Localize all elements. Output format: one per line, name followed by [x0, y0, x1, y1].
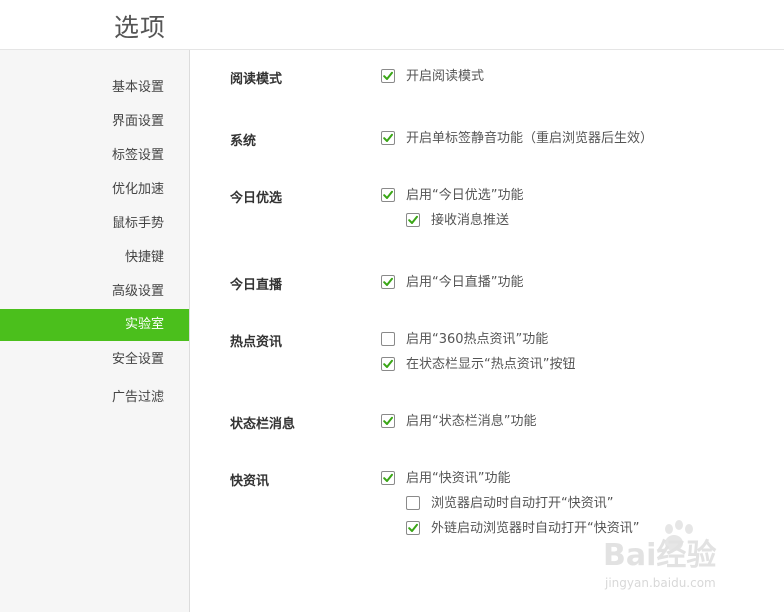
- section-title-daily-picks: 今日优选: [230, 191, 283, 206]
- option-label: 开启单标签静音功能（重启浏览器后生效）: [406, 131, 654, 146]
- option-label: 接收消息推送: [431, 213, 510, 228]
- checkbox[interactable]: [381, 414, 395, 428]
- checkbox[interactable]: [381, 471, 395, 485]
- checkmark-icon: [383, 416, 393, 425]
- sidebar-item-advanced[interactable]: 高级设置: [0, 276, 189, 308]
- section-title-quick-news: 快资讯: [230, 474, 270, 489]
- section-title-daily-live: 今日直播: [230, 278, 283, 293]
- checkbox[interactable]: [406, 213, 420, 227]
- sidebar-item-basic[interactable]: 基本设置: [0, 72, 189, 104]
- settings-content: 阅读模式 开启阅读模式 系统 开启单标签静音功能（重启浏览器后生效） 今日优选 …: [190, 50, 784, 612]
- option-label: 浏览器启动时自动打开“快资讯”: [431, 496, 614, 511]
- checkbox[interactable]: [406, 521, 420, 535]
- checkmark-icon: [383, 277, 393, 286]
- option-label: 启用“今日优选”功能: [406, 188, 524, 203]
- checkbox[interactable]: [381, 69, 395, 83]
- sidebar-item-lab[interactable]: 实验室: [0, 309, 189, 341]
- sidebar-item-mouse-gesture[interactable]: 鼠标手势: [0, 208, 189, 240]
- checkmark-icon: [383, 133, 393, 142]
- checkbox[interactable]: [381, 131, 395, 145]
- checkbox[interactable]: [381, 332, 395, 346]
- checkmark-icon: [383, 359, 393, 368]
- sidebar-item-optimize[interactable]: 优化加速: [0, 174, 189, 206]
- option-label: 启用“快资讯”功能: [406, 471, 511, 486]
- option-label: 外链启动浏览器时自动打开“快资讯”: [431, 521, 640, 536]
- section-title-system: 系统: [230, 134, 257, 149]
- checkmark-icon: [383, 190, 393, 199]
- sidebar-item-ad-filter[interactable]: 广告过滤: [0, 382, 189, 414]
- sidebar: 基本设置 界面设置 标签设置 优化加速 鼠标手势 快捷键 高级设置 实验室 安全…: [0, 50, 190, 612]
- checkbox[interactable]: [381, 275, 395, 289]
- section-title-statusbar-message: 状态栏消息: [230, 417, 296, 432]
- sidebar-item-shortcuts[interactable]: 快捷键: [0, 242, 189, 274]
- option-label: 启用“360热点资讯”功能: [406, 332, 549, 347]
- checkmark-icon: [383, 473, 393, 482]
- checkbox[interactable]: [381, 357, 395, 371]
- sidebar-item-interface[interactable]: 界面设置: [0, 106, 189, 138]
- option-label: 开启阅读模式: [406, 69, 485, 84]
- checkmark-icon: [408, 523, 418, 532]
- header-bar: 选项: [0, 0, 784, 50]
- checkbox[interactable]: [381, 188, 395, 202]
- checkmark-icon: [408, 215, 418, 224]
- checkbox[interactable]: [406, 496, 420, 510]
- option-label: 在状态栏显示“热点资讯”按钮: [406, 357, 576, 372]
- section-title-reading-mode: 阅读模式: [230, 72, 283, 87]
- checkmark-icon: [383, 71, 393, 80]
- option-label: 启用“状态栏消息”功能: [406, 414, 537, 429]
- sidebar-item-tabs[interactable]: 标签设置: [0, 140, 189, 172]
- section-title-hot-news: 热点资讯: [230, 335, 283, 350]
- sidebar-item-security[interactable]: 安全设置: [0, 344, 189, 376]
- option-label: 启用“今日直播”功能: [406, 275, 524, 290]
- page-title: 选项: [114, 13, 167, 42]
